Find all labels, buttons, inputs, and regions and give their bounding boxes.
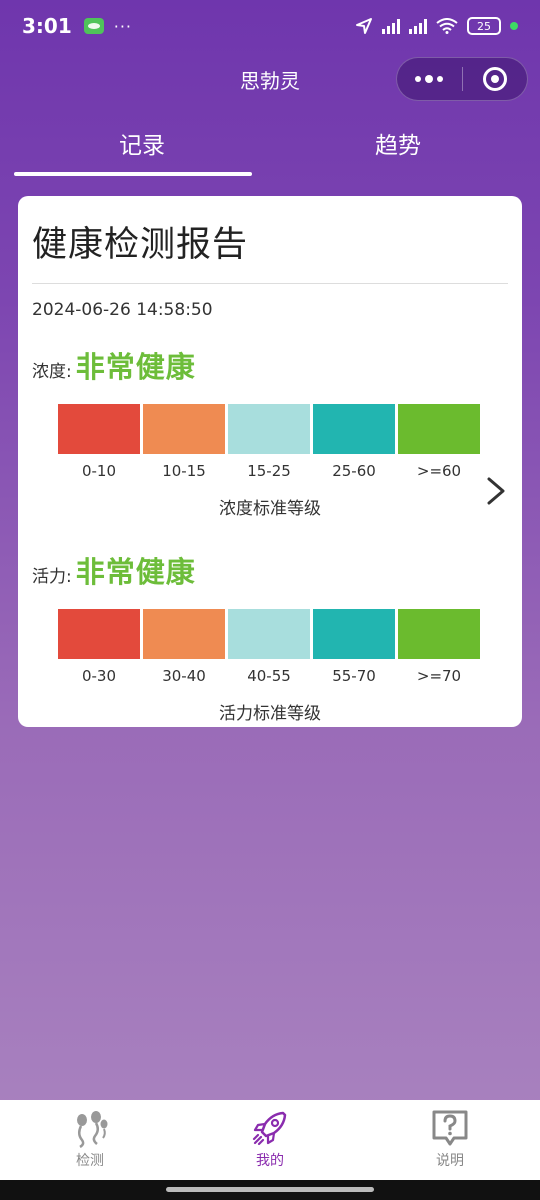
signal-icon bbox=[382, 18, 400, 34]
vitality-row: 活力: 非常健康 bbox=[32, 549, 508, 591]
report-title: 健康检测报告 bbox=[32, 225, 249, 265]
tabbar-label: 我的 bbox=[256, 1153, 284, 1169]
concentration-scale-caption: 浓度标准等级 bbox=[219, 499, 321, 519]
concentration-row: 浓度: 非常健康 bbox=[32, 344, 508, 386]
target-icon bbox=[482, 67, 507, 91]
tabbar-item-detect[interactable]: 检测 bbox=[0, 1100, 180, 1180]
tab-records[interactable]: 记录 bbox=[14, 120, 270, 178]
scale-label: >=70 bbox=[416, 667, 462, 685]
scale-label: >=60 bbox=[416, 462, 462, 480]
scale-segment bbox=[398, 404, 480, 454]
vitality-label: 活力: bbox=[32, 567, 72, 587]
battery-icon: 25 bbox=[467, 17, 501, 35]
concentration-scale bbox=[58, 404, 480, 454]
tab-trends[interactable]: 趋势 bbox=[270, 120, 526, 178]
scale-segment bbox=[398, 609, 480, 659]
tabbar-label: 说明 bbox=[436, 1153, 464, 1169]
sperm-icon bbox=[77, 1111, 108, 1148]
tabbar-item-help[interactable]: 说明 bbox=[360, 1100, 540, 1180]
close-miniapp-button[interactable] bbox=[463, 67, 528, 91]
home-indicator[interactable] bbox=[166, 1187, 374, 1192]
scale-label: 25-60 bbox=[332, 462, 376, 480]
more-dots-icon: ··· bbox=[113, 16, 133, 36]
report-card: 健康检测报告 2024-06-26 14:58:50 浓度: 非常健康 0-10… bbox=[18, 196, 522, 727]
nav-bar: 思勃灵 bbox=[0, 52, 540, 106]
scale-label: 0-10 bbox=[81, 462, 117, 480]
scale-label: 0-30 bbox=[81, 667, 117, 685]
tabbar-item-mine[interactable]: 我的 bbox=[180, 1100, 360, 1180]
vitality-value: 非常健康 bbox=[75, 555, 196, 589]
scale-segment bbox=[313, 609, 395, 659]
report-datetime: 2024-06-26 14:58:50 bbox=[32, 300, 213, 320]
scale-segment bbox=[58, 609, 140, 659]
signal-2-icon bbox=[409, 18, 427, 34]
scale-label: 10-15 bbox=[162, 462, 206, 480]
rocket-icon bbox=[252, 1111, 287, 1146]
status-bar: 3:01 ··· 25 bbox=[0, 0, 540, 52]
concentration-label: 浓度: bbox=[32, 362, 72, 382]
scale-segment bbox=[228, 404, 310, 454]
concentration-value: 非常健康 bbox=[75, 350, 196, 384]
bottom-tabbar: 检测 我的 说明 bbox=[0, 1100, 540, 1180]
more-options-button[interactable] bbox=[397, 75, 462, 83]
tabbar-label: 检测 bbox=[76, 1153, 104, 1169]
chevron-right-icon[interactable] bbox=[484, 476, 508, 506]
vitality-scale-caption: 活力标准等级 bbox=[219, 704, 321, 724]
scale-segment bbox=[143, 609, 225, 659]
miniapp-capsule bbox=[396, 57, 528, 101]
nav-title: 思勃灵 bbox=[240, 68, 300, 93]
concentration-scale-labels: 0-10 10-15 15-25 25-60 >=60 bbox=[58, 462, 480, 480]
scale-label: 40-55 bbox=[247, 667, 291, 685]
location-icon bbox=[356, 18, 372, 34]
scale-label: 55-70 bbox=[332, 667, 376, 685]
scale-label: 30-40 bbox=[162, 667, 206, 685]
vitality-scale bbox=[58, 609, 480, 659]
scale-segment bbox=[143, 404, 225, 454]
wechat-icon bbox=[83, 18, 104, 34]
privacy-dot-icon bbox=[510, 22, 518, 30]
status-indicators: 25 bbox=[355, 17, 518, 35]
scale-label: 15-25 bbox=[247, 462, 291, 480]
wifi-icon bbox=[436, 18, 458, 34]
tab-strip: 记录 趋势 bbox=[14, 120, 526, 178]
vitality-scale-labels: 0-30 30-40 40-55 55-70 >=70 bbox=[58, 667, 480, 685]
scale-segment bbox=[313, 404, 395, 454]
status-time: 3:01 bbox=[22, 14, 72, 38]
divider bbox=[32, 283, 508, 284]
help-icon bbox=[432, 1110, 468, 1146]
scale-segment bbox=[228, 609, 310, 659]
scale-segment bbox=[58, 404, 140, 454]
